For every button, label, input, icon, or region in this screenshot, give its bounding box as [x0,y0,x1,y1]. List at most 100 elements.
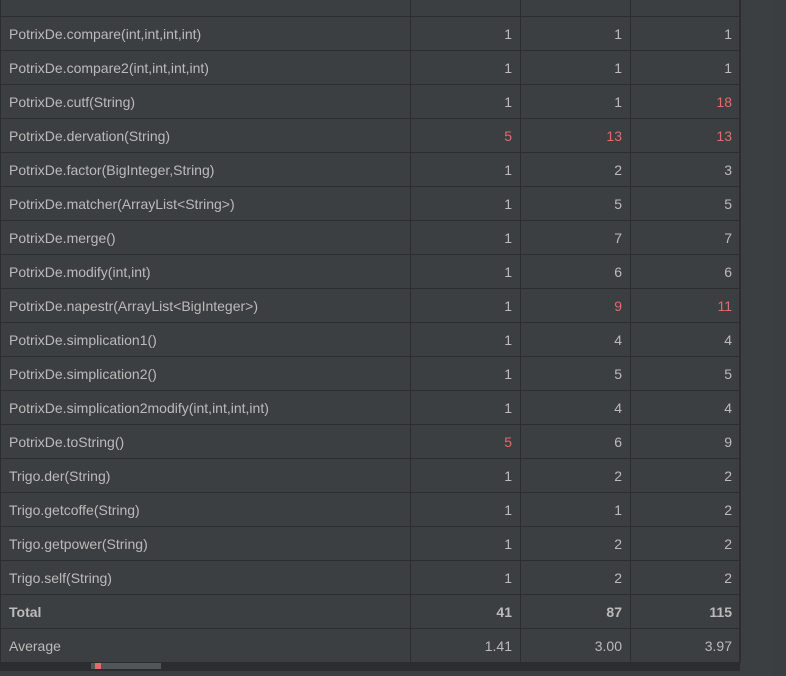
method-name-cell: Trigo.self(String) [1,561,411,595]
method-name-cell: PotrixDe.simplication1() [1,323,411,357]
table-row[interactable]: Trigo.der(String)122 [1,459,741,493]
table-row[interactable]: PotrixDe.compare(int,int,int,int)111 [1,17,741,51]
method-name-cell: PotrixDe.merge() [1,221,411,255]
total-cell: 87 [521,595,631,629]
metric-cell: 2 [521,459,631,493]
method-name-cell: PotrixDe.compare(int,int,int,int) [1,17,411,51]
table-row[interactable]: Trigo.getpower(String)122 [1,527,741,561]
metric-cell: 1 [411,561,521,595]
metric-cell: 1 [411,255,521,289]
metric-cell: 1 [411,51,521,85]
metric-cell: 1 [521,493,631,527]
metric-cell: 2 [631,493,741,527]
table-row[interactable]: PotrixDe.simplication1()144 [1,323,741,357]
metrics-table: PotrixDe.compare(int,int,int,int)111Potr… [0,0,741,663]
metric-cell: 1 [631,51,741,85]
total-label: Total [1,595,411,629]
metric-cell: 6 [521,255,631,289]
metric-cell: 7 [631,221,741,255]
metric-cell: 2 [631,561,741,595]
metric-cell: 9 [521,289,631,323]
metric-cell: 1 [411,459,521,493]
average-cell: 1.41 [411,629,521,663]
metric-cell: 5 [521,187,631,221]
metric-cell: 4 [631,323,741,357]
table-row[interactable]: PotrixDe.simplication2()155 [1,357,741,391]
method-name-cell: PotrixDe.napestr(ArrayList<BigInteger>) [1,289,411,323]
bottom-strip [0,663,740,671]
method-name-cell: PotrixDe.simplication2() [1,357,411,391]
average-cell: 3.97 [631,629,741,663]
table-row[interactable]: PotrixDe.modify(int,int)166 [1,255,741,289]
table-row[interactable]: PotrixDe.merge()177 [1,221,741,255]
table-row[interactable]: PotrixDe.simplication2modify(int,int,int… [1,391,741,425]
metric-cell: 1 [411,391,521,425]
method-name-cell: PotrixDe.dervation(String) [1,119,411,153]
table-row[interactable]: Trigo.self(String)122 [1,561,741,595]
total-cell: 115 [631,595,741,629]
metric-cell: 1 [411,527,521,561]
average-row[interactable]: Average1.413.003.97 [1,629,741,663]
metric-cell: 1 [411,357,521,391]
metrics-panel: PotrixDe.compare(int,int,int,int)111Potr… [0,0,740,671]
metric-cell: 11 [631,289,741,323]
metric-cell: 5 [631,187,741,221]
metric-cell: 1 [411,221,521,255]
method-name-cell: PotrixDe.matcher(ArrayList<String>) [1,187,411,221]
method-name-cell: PotrixDe.simplication2modify(int,int,int… [1,391,411,425]
metric-cell: 1 [411,85,521,119]
tab-indicator-icon [95,663,101,669]
total-cell: 41 [411,595,521,629]
metric-cell: 1 [411,17,521,51]
method-name-cell: Trigo.getpower(String) [1,527,411,561]
vertical-scrollbar[interactable] [774,0,786,676]
metric-cell: 5 [411,425,521,459]
table-row[interactable]: PotrixDe.factor(BigInteger,String)123 [1,153,741,187]
average-label: Average [1,629,411,663]
table-row[interactable]: PotrixDe.cutf(String)1118 [1,85,741,119]
metric-cell: 1 [631,17,741,51]
average-cell: 3.00 [521,629,631,663]
tab-fragment[interactable] [90,663,162,669]
metric-cell: 4 [521,323,631,357]
metric-cell: 5 [411,119,521,153]
metric-cell: 1 [411,493,521,527]
total-row[interactable]: Total4187115 [1,595,741,629]
method-name-cell: PotrixDe.toString() [1,425,411,459]
metric-cell: 2 [631,527,741,561]
metric-cell: 1 [521,51,631,85]
metric-cell: 13 [631,119,741,153]
header-fragment-row [1,0,741,17]
metric-cell: 4 [631,391,741,425]
method-name-cell: PotrixDe.cutf(String) [1,85,411,119]
metric-cell: 1 [521,17,631,51]
method-name-cell: Trigo.getcoffe(String) [1,493,411,527]
metric-cell: 7 [521,221,631,255]
method-name-cell: PotrixDe.modify(int,int) [1,255,411,289]
metric-cell: 2 [521,153,631,187]
metric-cell: 18 [631,85,741,119]
method-name-cell: Trigo.der(String) [1,459,411,493]
metric-cell: 1 [411,153,521,187]
metric-cell: 4 [521,391,631,425]
method-name-cell: PotrixDe.compare2(int,int,int,int) [1,51,411,85]
metric-cell: 2 [521,527,631,561]
table-row[interactable]: PotrixDe.dervation(String)51313 [1,119,741,153]
metric-cell: 1 [411,323,521,357]
metric-cell: 1 [411,187,521,221]
metric-cell: 5 [631,357,741,391]
metric-cell: 1 [411,289,521,323]
metric-cell: 6 [631,255,741,289]
metric-cell: 6 [521,425,631,459]
method-name-cell: PotrixDe.factor(BigInteger,String) [1,153,411,187]
table-row[interactable]: PotrixDe.napestr(ArrayList<BigInteger>)1… [1,289,741,323]
metric-cell: 2 [521,561,631,595]
table-row[interactable]: PotrixDe.toString()569 [1,425,741,459]
metric-cell: 5 [521,357,631,391]
metric-cell: 1 [521,85,631,119]
table-row[interactable]: Trigo.getcoffe(String)112 [1,493,741,527]
table-row[interactable]: PotrixDe.matcher(ArrayList<String>)155 [1,187,741,221]
metric-cell: 3 [631,153,741,187]
metric-cell: 13 [521,119,631,153]
table-row[interactable]: PotrixDe.compare2(int,int,int,int)111 [1,51,741,85]
